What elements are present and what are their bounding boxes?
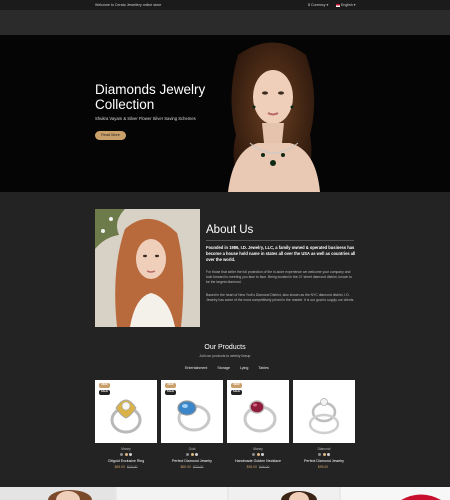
color-swatch[interactable] <box>124 453 128 456</box>
color-swatches <box>293 453 355 456</box>
product-price: $65.00 $70.00 <box>95 465 157 469</box>
product-price: $35.00 $46.00 <box>227 465 289 469</box>
hero-model-image <box>228 42 320 192</box>
product-name[interactable]: Perfect Diamond Jewelry <box>161 459 223 463</box>
old-price: $70.00 <box>127 465 138 469</box>
top-bar: Welcome to Cerato Jewellery online store… <box>0 0 450 10</box>
tab-storage[interactable]: Storage <box>217 366 230 370</box>
color-swatch[interactable] <box>252 453 256 456</box>
color-swatch[interactable] <box>120 453 124 456</box>
product-card[interactable] <box>293 380 355 443</box>
hero-subtitle: Shukra Vayam & Silver Flower Silver Savi… <box>95 116 196 121</box>
tab-entertainment[interactable]: Entertainment <box>185 366 207 370</box>
read-more-button[interactable]: Read More <box>95 131 126 140</box>
color-swatches <box>161 453 223 456</box>
bottom-banners <box>0 487 450 500</box>
product-category: Money <box>253 447 263 451</box>
product-category: Diamond <box>317 447 331 451</box>
current-price: $65.00 <box>114 465 125 469</box>
header <box>0 10 450 35</box>
ring-image <box>110 399 142 434</box>
color-swatches <box>95 453 157 456</box>
product-price: $60.00 $70.00 <box>161 465 223 469</box>
color-swatch[interactable] <box>190 453 194 456</box>
color-swatch[interactable] <box>260 453 264 456</box>
banner-image[interactable] <box>117 487 227 500</box>
welcome-message: Welcome to Cerato Jewellery online store <box>95 3 162 7</box>
banner-image[interactable] <box>229 487 339 500</box>
color-swatch[interactable] <box>322 453 326 456</box>
product-name[interactable]: Citigold Exclusive Ring <box>95 459 157 463</box>
product-card[interactable]: NEW SALE <box>227 380 289 443</box>
current-price: $60.00 <box>180 465 191 469</box>
tab-tables[interactable]: Tables <box>258 366 268 370</box>
about-model-image <box>95 209 200 327</box>
product-price: $95.00 <box>293 465 355 469</box>
language-selector[interactable]: English ▾ <box>336 3 356 7</box>
currency-selector[interactable]: $ Currency ▾ <box>308 3 328 7</box>
new-badge: NEW <box>99 383 110 388</box>
product-category: Money <box>121 447 131 451</box>
flag-icon <box>336 3 340 7</box>
color-swatches <box>227 453 289 456</box>
product-tabs: Entertainment Storage Lying Tables <box>185 366 269 370</box>
old-price: $46.00 <box>259 465 270 469</box>
color-swatch[interactable] <box>256 453 260 456</box>
products-title: Our Products <box>204 344 246 351</box>
old-price: $70.00 <box>193 465 204 469</box>
color-swatch[interactable] <box>194 453 198 456</box>
banner-image[interactable] <box>0 487 115 500</box>
color-swatch[interactable] <box>318 453 322 456</box>
color-swatch[interactable] <box>186 453 190 456</box>
product-name[interactable]: Perfect Diamond Jewelry <box>293 459 355 463</box>
tab-lying[interactable]: Lying <box>240 366 248 370</box>
banner-image[interactable] <box>341 487 450 500</box>
about-paragraph: For those that seller the full protectio… <box>206 270 353 284</box>
ring-image <box>243 400 277 433</box>
product-category: Gold <box>188 447 196 451</box>
product-card[interactable]: NEW SALE <box>95 380 157 443</box>
about-lead: Founded in 1986, I.D. Jewelry, LLC, a fa… <box>206 245 356 262</box>
products-subtitle: Add our products to weekly lineup <box>199 354 251 358</box>
ring-image <box>177 400 211 432</box>
about-title: About Us <box>206 224 254 236</box>
current-price: $35.00 <box>246 465 257 469</box>
product-name[interactable]: Handmade Golden Necklace <box>227 459 289 463</box>
color-swatch[interactable] <box>326 453 330 456</box>
about-paragraph: Based in the heart of New York's Diamond… <box>206 293 355 302</box>
ring-image <box>308 398 340 435</box>
language-label: English ▾ <box>341 3 356 7</box>
new-badge: NEW <box>165 383 176 388</box>
color-swatch[interactable] <box>128 453 132 456</box>
new-badge: NEW <box>231 383 242 388</box>
hero-banner: Diamonds Jewelry Collection Shukra Vayam… <box>0 35 450 192</box>
product-card[interactable]: NEW SALE <box>161 380 223 443</box>
about-divider <box>206 240 354 241</box>
current-price: $95.00 <box>317 465 329 469</box>
